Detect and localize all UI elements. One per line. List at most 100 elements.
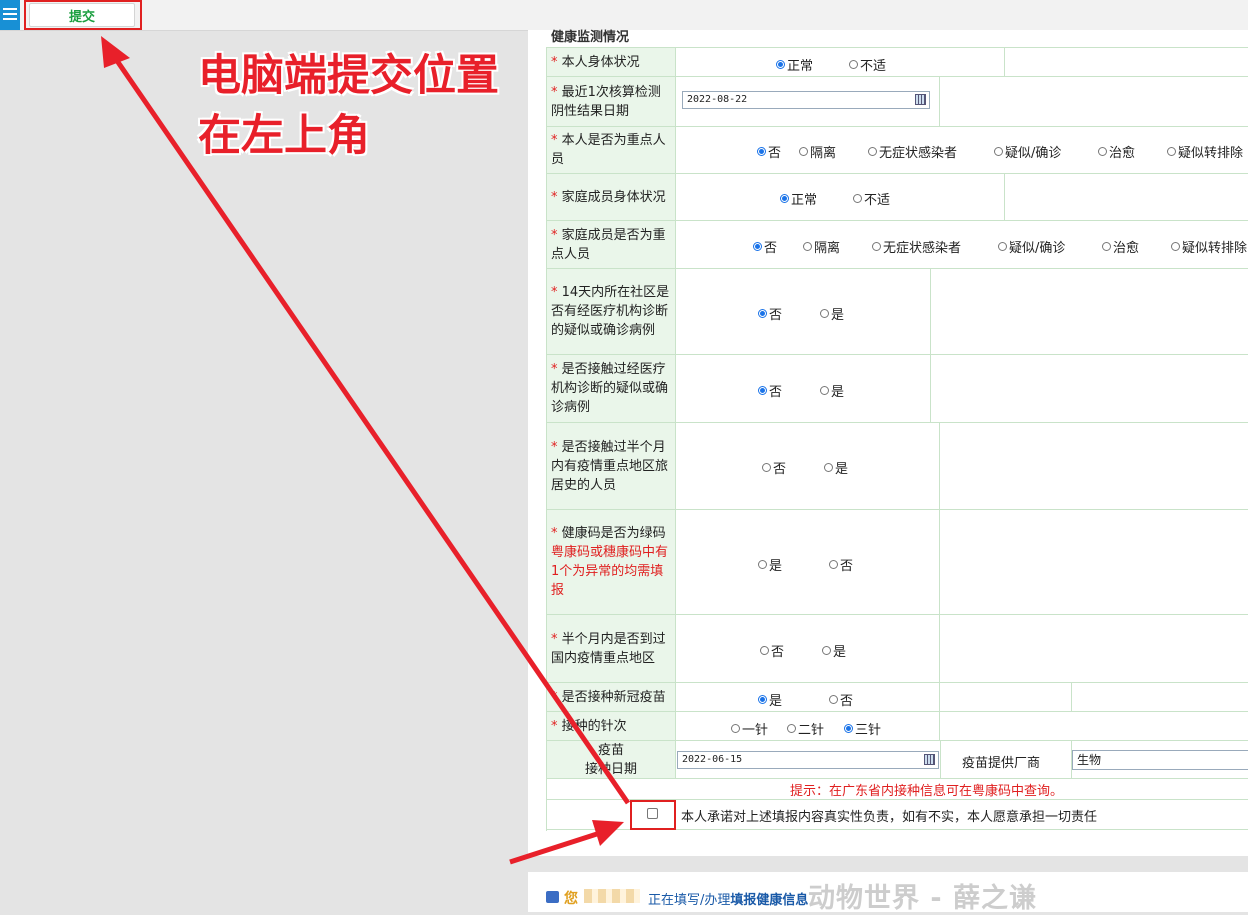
radio-self-key-4[interactable]: 治愈 (1098, 142, 1135, 161)
radio-contact-yes[interactable]: 是 (820, 381, 844, 400)
vaccine-tip: 提示：在广东省内接种信息可在粤康码中查询。 (790, 784, 1064, 799)
radio-family-key-4[interactable]: 治愈 (1102, 237, 1139, 256)
radio-icon (760, 646, 769, 655)
last-test-date-input[interactable]: 2022-08-22 (682, 91, 930, 109)
row-label: * 是否接触过经医疗机构诊断的疑似或确诊病例 (547, 355, 676, 422)
radio-abroad-no[interactable]: 否 (760, 641, 784, 660)
radio-icon (753, 242, 762, 251)
row-vaccinated: * 是否接种新冠疫苗 是 否 (547, 683, 1248, 712)
radio-icon (758, 386, 767, 395)
radio-green-no[interactable]: 否 (829, 555, 853, 574)
radio-self-key-2[interactable]: 无症状感染者 (868, 142, 957, 161)
radio-self-unwell[interactable]: 不适 (849, 55, 886, 74)
greeting: 您 (564, 891, 578, 907)
radio-vaccinated-yes[interactable]: 是 (758, 690, 782, 709)
radio-family-key-2[interactable]: 无症状感染者 (872, 237, 961, 256)
calendar-icon[interactable] (915, 94, 926, 105)
row-label: * 本人身体状况 (547, 48, 676, 76)
row-self-status: * 本人身体状况 正常 不适 (547, 48, 1248, 77)
row-label: * 是否接触过半个月内有疫情重点地区旅居史的人员 (547, 423, 676, 509)
redacted-name (584, 889, 640, 903)
vaccine-maker-label: 疫苗提供厂商 (962, 756, 1041, 771)
radio-community-yes[interactable]: 是 (820, 304, 844, 323)
radio-icon (1102, 242, 1111, 251)
row-label: * 家庭成员身体状况 (547, 174, 676, 220)
radio-dose-1[interactable]: 一针 (731, 719, 768, 738)
radio-icon (758, 560, 767, 569)
row-abroad: * 半个月内是否到过国内疫情重点地区 否 是 (547, 615, 1248, 683)
radio-icon (872, 242, 881, 251)
radio-contact-no[interactable]: 否 (758, 381, 782, 400)
radio-community-no[interactable]: 否 (758, 304, 782, 323)
radio-family-key-3[interactable]: 疑似/确诊 (998, 237, 1065, 256)
radio-icon (780, 194, 789, 203)
section-title: 健康监测情况 (551, 30, 630, 45)
row-label: * 健康码是否为绿码 粤康码或穗康码中有1个为异常的均需填报 (547, 510, 676, 614)
radio-icon (868, 147, 877, 156)
radio-icon (758, 309, 767, 318)
user-icon (546, 891, 559, 903)
radio-family-key-0[interactable]: 否 (753, 237, 777, 256)
status-text: 正在填写/办理填报健康信息 (648, 893, 809, 908)
submit-button[interactable]: 提交 (29, 3, 135, 27)
row-label: * 最近1次核算检测阴性结果日期 (547, 77, 676, 126)
annotation-line2: 在左上角 (198, 111, 370, 161)
calendar-icon[interactable] (924, 754, 935, 765)
radio-icon (998, 242, 1007, 251)
radio-icon (776, 60, 785, 69)
radio-family-key-5[interactable]: 疑似转排除 (1171, 237, 1247, 256)
vaccine-maker-input[interactable]: 生物 (1072, 750, 1248, 770)
row-label: * 接种的针次 (547, 712, 676, 740)
radio-self-normal[interactable]: 正常 (776, 55, 813, 74)
row-label: * 半个月内是否到过国内疫情重点地区 (547, 615, 676, 682)
radio-dose-3[interactable]: 三针 (844, 719, 881, 738)
health-form-table: * 本人身体状况 正常 不适 * 最近1次核算检测阴性结果日期 2022-08-… (546, 47, 1248, 831)
radio-self-key-0[interactable]: 否 (757, 142, 781, 161)
row-community: * 14天内所在社区是否有经医疗机构诊断的疑似或确诊病例 否 是 (547, 269, 1248, 355)
row-green-code: * 健康码是否为绿码 粤康码或穗康码中有1个为异常的均需填报 是 否 (547, 510, 1248, 615)
radio-icon (820, 309, 829, 318)
row-travel: * 是否接触过半个月内有疫情重点地区旅居史的人员 否 是 (547, 423, 1248, 510)
radio-family-unwell[interactable]: 不适 (853, 189, 890, 208)
radio-icon (844, 724, 853, 733)
radio-vaccinated-no[interactable]: 否 (829, 690, 853, 709)
radio-family-normal[interactable]: 正常 (780, 189, 817, 208)
commitment-checkbox[interactable] (647, 808, 658, 819)
radio-icon (799, 147, 808, 156)
row-label: 疫苗 接种日期 (547, 741, 676, 778)
row-family-status: * 家庭成员身体状况 正常 不适 (547, 174, 1248, 221)
menu-icon[interactable] (0, 0, 20, 30)
radio-self-key-3[interactable]: 疑似/确诊 (994, 142, 1061, 161)
radio-icon (1171, 242, 1180, 251)
vaccine-date-input[interactable]: 2022-06-15 (677, 751, 939, 769)
row-self-key: * 本人是否为重点人员 否 隔离 无症状感染者 疑似/确诊 治愈 疑似转排除 (547, 127, 1248, 174)
radio-icon (762, 463, 771, 472)
annotation-text: 电脑端提交位置 在左上角 (198, 46, 499, 166)
radio-green-yes[interactable]: 是 (758, 555, 782, 574)
radio-abroad-yes[interactable]: 是 (822, 641, 846, 660)
radio-icon (829, 560, 838, 569)
radio-icon (829, 695, 838, 704)
radio-icon (757, 147, 766, 156)
row-doses: * 接种的针次 一针 二针 三针 (547, 712, 1248, 741)
radio-dose-2[interactable]: 二针 (787, 719, 824, 738)
annotation-line1: 电脑端提交位置 (198, 51, 499, 101)
radio-family-key-1[interactable]: 隔离 (803, 237, 840, 256)
radio-icon (787, 724, 796, 733)
row-commitment: 本人承诺对上述填报内容真实性负责，如有不实，本人愿意承担一切责任 (547, 800, 1248, 830)
row-contact: * 是否接触过经医疗机构诊断的疑似或确诊病例 否 是 (547, 355, 1248, 423)
row-vaccine-date: 疫苗 接种日期 2022-06-15 疫苗提供厂商 生物 (547, 741, 1248, 779)
row-tip: 提示：在广东省内接种信息可在粤康码中查询。 (547, 779, 1248, 800)
radio-icon (803, 242, 812, 251)
row-label: * 本人是否为重点人员 (547, 127, 676, 173)
radio-icon (820, 386, 829, 395)
radio-icon (731, 724, 740, 733)
row-label: * 14天内所在社区是否有经医疗机构诊断的疑似或确诊病例 (547, 269, 676, 354)
radio-self-key-1[interactable]: 隔离 (799, 142, 836, 161)
radio-travel-yes[interactable]: 是 (824, 458, 848, 477)
radio-travel-no[interactable]: 否 (762, 458, 786, 477)
watermark: 动物世界 - 薛之谦 (808, 883, 1038, 914)
row-family-key: * 家庭成员是否为重点人员 否 隔离 无症状感染者 疑似/确诊 治愈 疑似转排除 (547, 221, 1248, 269)
row-last-test: * 最近1次核算检测阴性结果日期 2022-08-22 (547, 77, 1248, 127)
radio-self-key-5[interactable]: 疑似转排除 (1167, 142, 1243, 161)
